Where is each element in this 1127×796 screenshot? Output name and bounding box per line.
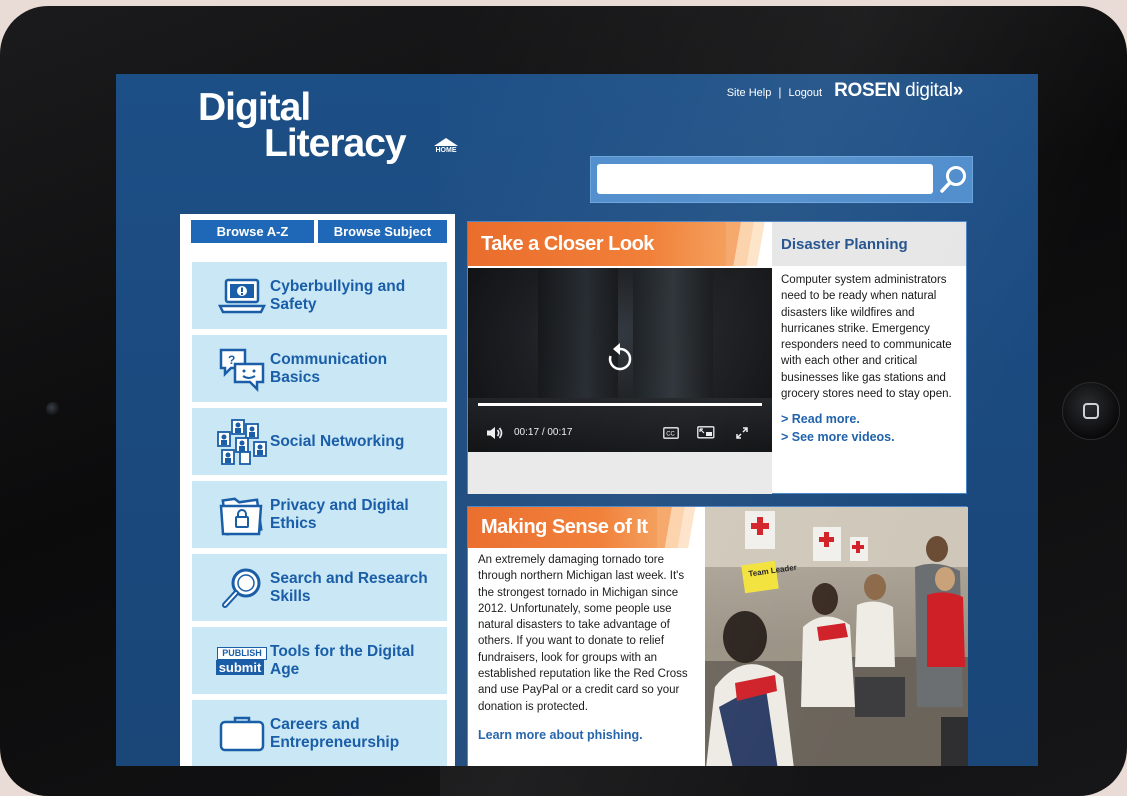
submit-word: submit	[216, 659, 264, 675]
video-player[interactable]: 00:17 / 00:17 CC	[468, 268, 772, 452]
disaster-planning-panel: Disaster Planning Computer system admini…	[772, 222, 966, 493]
phishing-link[interactable]: Learn more about phishing.	[478, 728, 643, 742]
video-footer	[468, 452, 772, 494]
search-input[interactable]	[597, 164, 933, 194]
topic-search-research[interactable]: Search and Research Skills	[192, 554, 447, 621]
volume-icon[interactable]	[486, 426, 504, 440]
briefcase-icon	[212, 709, 272, 759]
red-cross-photo: Team Leader	[705, 507, 968, 766]
topic-label: Careers and Entrepreneurship	[270, 715, 400, 751]
video-progress-fill	[478, 403, 762, 406]
brand-digital: digital	[905, 80, 953, 101]
home-icon[interactable]: HOME	[434, 138, 458, 158]
site-help-link[interactable]: Site Help	[727, 87, 772, 99]
logo-line2: Literacy	[264, 122, 407, 165]
brand-arrows: »	[952, 80, 964, 101]
brand-rosen: ROSEN	[834, 80, 901, 101]
topic-privacy[interactable]: Privacy and Digital Ethics	[192, 481, 447, 548]
publish-word: PUBLISH	[217, 646, 267, 660]
search-bar	[590, 156, 973, 203]
closer-look-heading: Take a Closer Look	[468, 222, 772, 266]
camera-icon	[46, 402, 60, 416]
current-time: 00:17	[514, 427, 540, 438]
topic-social-networking[interactable]: Social Networking	[192, 408, 447, 475]
topic-label: Cyberbullying and Safety	[270, 277, 406, 313]
search-icon[interactable]	[938, 164, 968, 196]
top-links: Site Help | Logout ROSEN digital»	[727, 80, 964, 102]
video-controls: 00:17 / 00:17 CC	[468, 418, 772, 448]
tab-browse-a-z[interactable]: Browse A-Z	[191, 220, 314, 243]
logo-line1: Digital	[198, 86, 311, 129]
screen: Digital Literacy HOME Site Help | Logout…	[116, 74, 1038, 766]
topic-label: Privacy and Digital Ethics	[270, 496, 409, 532]
separator: |	[778, 85, 782, 99]
topic-communication[interactable]: ? Communication Basics	[192, 335, 447, 402]
read-more-link[interactable]: > Read more.	[772, 412, 966, 426]
disaster-planning-title: Disaster Planning	[772, 222, 966, 266]
tablet-frame: Digital Literacy HOME Site Help | Logout…	[0, 6, 1127, 796]
laptop-alert-icon	[212, 271, 272, 321]
making-sense-heading: Making Sense of It	[468, 507, 703, 548]
picture-in-picture-icon[interactable]	[697, 426, 715, 439]
home-square-icon	[1083, 403, 1099, 419]
home-label: HOME	[435, 147, 457, 154]
fullscreen-icon[interactable]	[735, 426, 749, 440]
see-more-videos-link[interactable]: > See more videos.	[772, 430, 966, 444]
logout-link[interactable]: Logout	[788, 87, 822, 99]
rosen-digital-logo[interactable]: ROSEN digital»	[834, 80, 963, 102]
making-sense-text: An extremely damaging tornado tore throu…	[478, 554, 688, 713]
topic-label: Search and Research Skills	[270, 569, 428, 605]
topic-label: Social Networking	[270, 432, 405, 450]
closed-captions-icon[interactable]: CC	[663, 427, 679, 439]
topic-cyberbullying[interactable]: Cyberbullying and Safety	[192, 262, 447, 329]
duration: 00:17	[547, 427, 573, 438]
video-time: 00:17 / 00:17	[514, 427, 573, 438]
closer-look-card: Take a Closer Look 00:17 / 00:17 CC Disa…	[467, 221, 967, 494]
magnifier-icon	[212, 563, 272, 613]
tab-browse-subject[interactable]: Browse Subject	[318, 220, 447, 243]
browse-tabs: Browse A-Z Browse Subject	[191, 220, 447, 243]
network-people-icon	[212, 417, 272, 467]
topic-label: Tools for the Digital Age	[270, 642, 415, 678]
topics-panel: Browse A-Z Browse Subject Cyberbullying …	[180, 214, 455, 766]
topic-tools[interactable]: PUBLISH submit Tools for the Digital Age	[192, 627, 447, 694]
site-logo[interactable]: Digital Literacy	[198, 86, 407, 165]
topic-careers[interactable]: Careers and Entrepreneurship	[192, 700, 447, 766]
making-sense-card: Making Sense of It An extremely damaging…	[467, 506, 968, 766]
chat-bubbles-icon: ?	[212, 344, 272, 394]
folder-lock-icon	[212, 490, 272, 540]
home-button[interactable]	[1062, 382, 1120, 440]
svg-text:CC: CC	[666, 432, 675, 438]
video-progress-bar[interactable]	[478, 403, 762, 406]
publish-submit-icon: PUBLISH submit	[212, 636, 272, 686]
replay-icon[interactable]	[606, 342, 634, 372]
disaster-planning-text: Computer system administrators need to b…	[781, 274, 952, 401]
topic-label: Communication Basics	[270, 350, 388, 386]
